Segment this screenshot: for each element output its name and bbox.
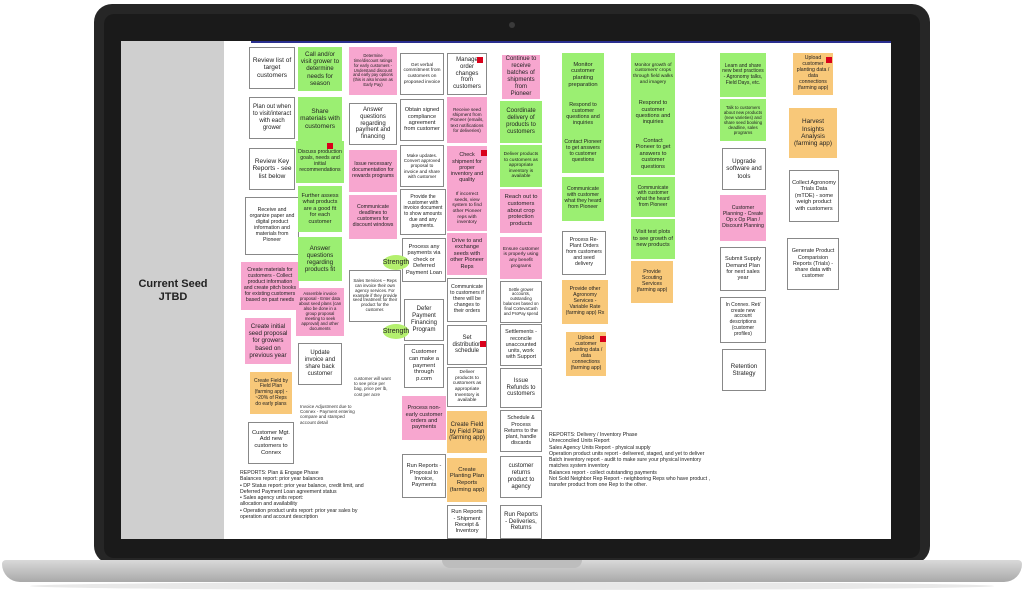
- board-top-bar: [251, 41, 891, 43]
- laptop-screen: Current Seed JTBD: [121, 41, 891, 539]
- row-header-title: Current Seed JTBD: [138, 278, 208, 303]
- laptop-shadow: [30, 582, 994, 590]
- webcam-icon: [509, 22, 515, 28]
- row-header-panel: Current Seed JTBD: [121, 41, 224, 539]
- laptop-base-notch: [442, 560, 582, 568]
